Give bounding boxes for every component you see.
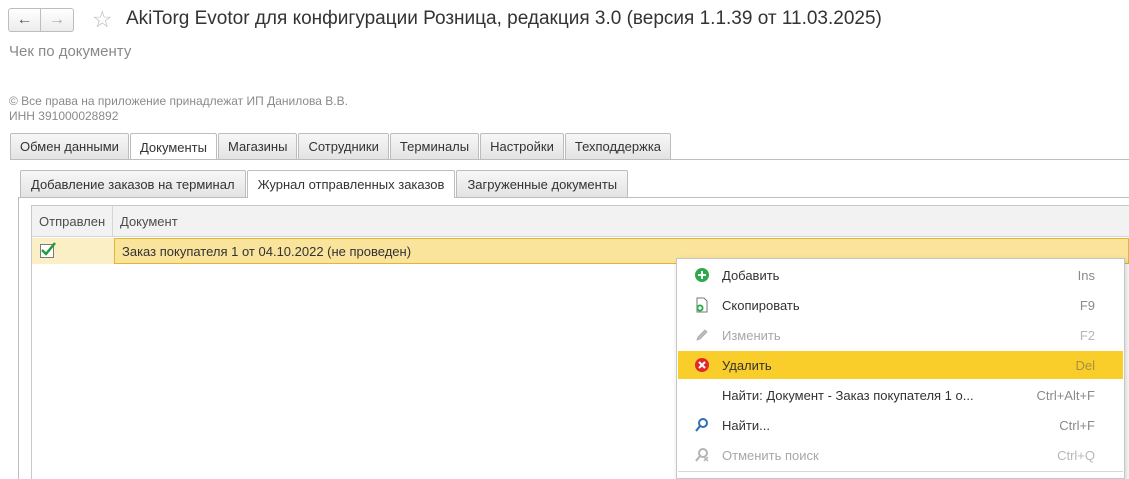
menu-item-shortcut: Ins xyxy=(1077,267,1095,283)
menu-item-shortcut: Ctrl+Alt+F xyxy=(1036,387,1095,403)
sub-tabs: Добавление заказов на терминал Журнал от… xyxy=(20,170,629,198)
arrow-right-icon: → xyxy=(49,11,65,28)
menu-item-add[interactable]: Добавить Ins xyxy=(678,261,1123,289)
copyright-text: © Все права на приложение принадлежат ИП… xyxy=(9,94,348,124)
search-icon xyxy=(695,418,708,432)
column-header-document[interactable]: Документ xyxy=(113,206,178,236)
menu-item-label: Отменить поиск xyxy=(722,447,819,463)
menu-item-shortcut: Ctrl+Q xyxy=(1057,447,1095,463)
subtab-loaded-documents[interactable]: Загруженные документы xyxy=(456,170,629,197)
menu-item-shortcut: Ctrl+F xyxy=(1059,417,1095,433)
page-subtitle: Чек по документу xyxy=(9,43,132,60)
menu-item-find-document[interactable]: Найти: Документ - Заказ покупателя 1 о..… xyxy=(678,381,1123,409)
menu-item-label: Скопировать xyxy=(722,297,800,313)
subtab-add-orders[interactable]: Добавление заказов на терминал xyxy=(20,170,246,197)
checkmark-icon xyxy=(41,242,56,256)
tab-terminals[interactable]: Терминалы xyxy=(389,133,480,159)
main-tabs-divider xyxy=(10,159,1129,160)
tab-stores[interactable]: Магазины xyxy=(217,133,298,159)
sent-cell[interactable] xyxy=(32,238,114,264)
menu-item-find[interactable]: Найти... Ctrl+F xyxy=(678,411,1123,439)
menu-item-copy[interactable]: Скопировать F9 xyxy=(678,291,1123,319)
sent-checkbox[interactable] xyxy=(40,242,56,258)
forward-button[interactable]: → xyxy=(41,8,74,32)
menu-item-shortcut: F9 xyxy=(1079,297,1095,313)
menu-item-label: Найти: Документ - Заказ покупателя 1 о..… xyxy=(722,387,974,403)
pencil-icon xyxy=(696,329,708,341)
delete-circle-icon xyxy=(695,358,709,372)
menu-item-label: Найти... xyxy=(722,417,770,433)
menu-item-delete[interactable]: Удалить Del xyxy=(678,351,1123,379)
menu-item-edit[interactable]: Изменить F2 xyxy=(678,321,1123,349)
menu-item-label: Удалить xyxy=(722,357,772,373)
arrow-left-icon: ← xyxy=(16,11,33,28)
add-circle-icon xyxy=(695,268,709,282)
menu-item-label: Изменить xyxy=(722,327,781,343)
inn-line: ИНН 391000028892 xyxy=(9,109,119,123)
main-tabs: Обмен данными Документы Магазины Сотрудн… xyxy=(10,133,672,160)
cancel-search-icon xyxy=(695,448,709,462)
context-menu: Добавить Ins Скопировать F9 Изменить F2 … xyxy=(676,258,1125,479)
subtab-sent-orders-log[interactable]: Журнал отправленных заказов xyxy=(246,170,456,198)
tab-employees[interactable]: Сотрудники xyxy=(298,133,389,159)
column-header-sent[interactable]: Отправлен xyxy=(32,206,113,236)
tab-settings[interactable]: Настройки xyxy=(480,133,564,159)
back-button[interactable]: ← xyxy=(8,8,41,32)
app-title: AkiTorg Evotor для конфигурации Розница,… xyxy=(126,8,882,29)
copyright-line: © Все права на приложение принадлежат ИП… xyxy=(9,94,348,108)
menu-item-shortcut: F2 xyxy=(1079,327,1095,343)
menu-separator xyxy=(678,471,1123,472)
menu-item-label: Добавить xyxy=(722,267,780,283)
tab-support[interactable]: Техподдержка xyxy=(564,133,672,159)
copy-icon xyxy=(696,297,708,313)
tab-exchange[interactable]: Обмен данными xyxy=(10,133,129,159)
table-header: Отправлен Документ xyxy=(32,206,1129,237)
menu-item-shortcut: Del xyxy=(1075,357,1095,373)
tab-documents[interactable]: Документы xyxy=(129,133,217,160)
star-icon[interactable]: ☆ xyxy=(92,7,113,31)
menu-item-cancel-search[interactable]: Отменить поиск Ctrl+Q xyxy=(678,441,1123,469)
